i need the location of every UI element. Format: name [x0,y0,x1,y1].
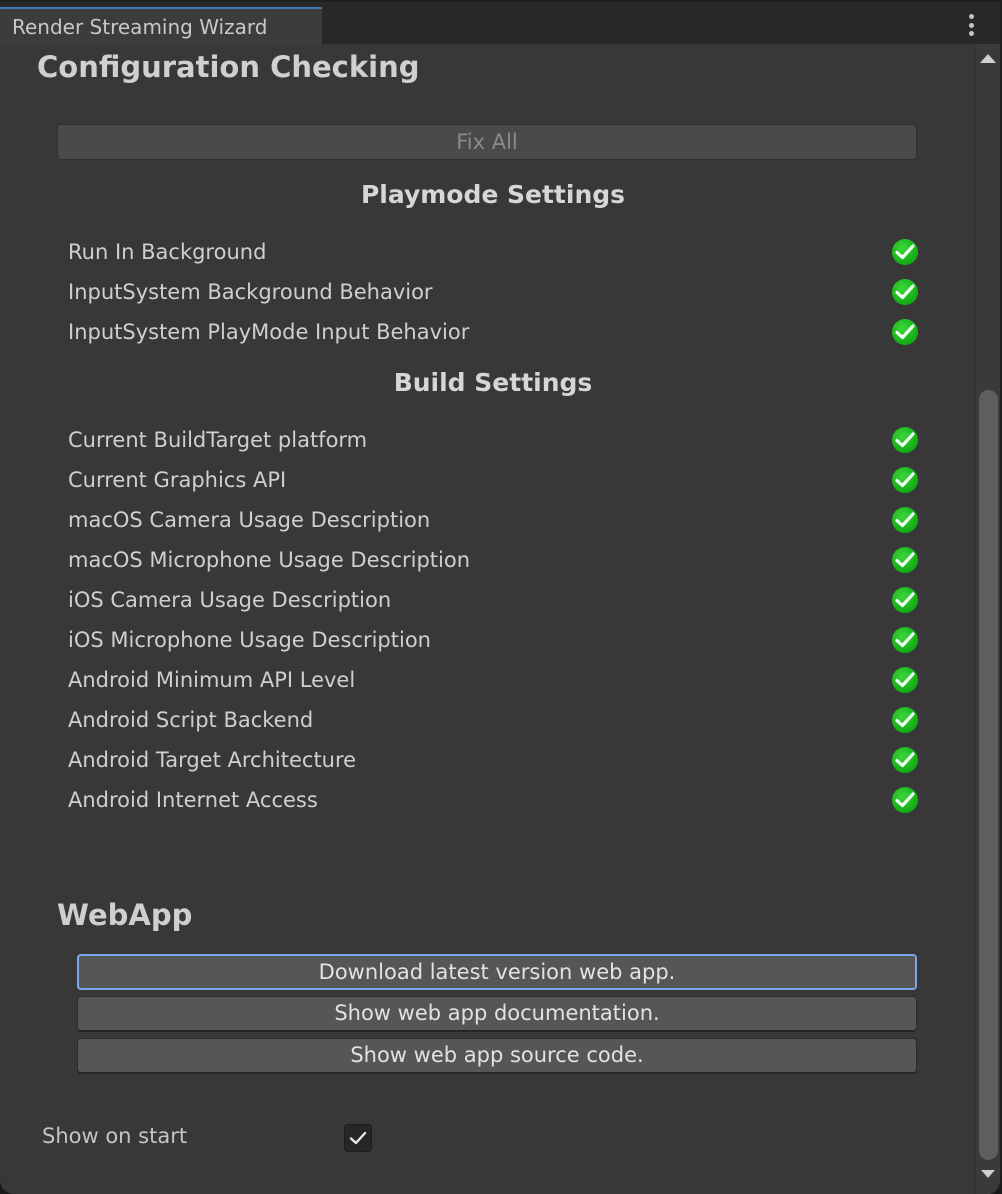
check-label: Current BuildTarget platform [68,428,368,452]
check-label: Android Minimum API Level [68,668,356,692]
check-row: Current Graphics API [68,460,918,500]
check-row: Android Minimum API Level [68,660,918,700]
green-check-icon [892,627,918,653]
show-documentation-button[interactable]: Show web app documentation. [77,996,917,1032]
playmode-settings-heading: Playmode Settings [360,180,626,209]
check-label: Android Target Architecture [68,748,357,772]
webapp-heading: WebApp [57,898,193,932]
green-check-icon [892,467,918,493]
check-row: Current BuildTarget platform [68,420,918,460]
download-web-app-button[interactable]: Download latest version web app. [77,954,917,990]
check-row: InputSystem PlayMode Input Behavior [68,312,918,352]
check-row: Android Script Backend [68,700,918,740]
green-check-icon [892,787,918,813]
dot [968,22,974,28]
check-label: Android Script Backend [68,708,314,732]
show-on-start-label: Show on start [42,1124,188,1148]
check-label: macOS Camera Usage Description [68,508,431,532]
check-label: Run In Background [68,240,267,264]
green-check-icon [892,747,918,773]
check-row: InputSystem Background Behavior [68,272,918,312]
vertical-scrollbar[interactable] [975,44,1000,1194]
check-row: Run In Background [68,232,918,272]
content-panel: Configuration Checking Fix All Playmode … [0,44,976,1194]
check-label: macOS Microphone Usage Description [68,548,471,572]
check-row: iOS Camera Usage Description [68,580,918,620]
check-label: Current Graphics API [68,468,287,492]
scrollbar-thumb[interactable] [979,390,998,1160]
check-label: iOS Camera Usage Description [68,588,392,612]
green-check-icon [892,427,918,453]
checkmark-icon [349,1131,367,1145]
vertical-ellipsis-icon[interactable] [966,14,976,36]
check-label: InputSystem PlayMode Input Behavior [68,320,470,344]
show-on-start-checkbox[interactable] [344,1124,372,1152]
green-check-icon [892,547,918,573]
green-check-icon [892,507,918,533]
scroll-up-arrow-icon[interactable] [980,54,996,63]
fix-all-button[interactable]: Fix All [57,124,917,160]
green-check-icon [892,587,918,613]
check-label: Android Internet Access [68,788,318,812]
check-row: macOS Microphone Usage Description [68,540,918,580]
green-check-icon [892,239,918,265]
build-settings-heading: Build Settings [393,368,593,397]
dot [968,31,974,36]
check-label: iOS Microphone Usage Description [68,628,431,652]
dot [968,14,974,19]
show-source-code-button[interactable]: Show web app source code. [77,1038,917,1074]
green-check-icon [892,707,918,733]
check-row: iOS Microphone Usage Description [68,620,918,660]
green-check-icon [892,319,918,345]
tab-bar: Render Streaming Wizard [0,0,1000,46]
scroll-down-arrow-icon[interactable] [981,1170,995,1178]
check-row: Android Target Architecture [68,740,918,780]
green-check-icon [892,279,918,305]
check-row: macOS Camera Usage Description [68,500,918,540]
tab-render-streaming-wizard[interactable]: Render Streaming Wizard [0,7,322,46]
check-label: InputSystem Background Behavior [68,280,433,304]
render-streaming-wizard-window: Render Streaming Wizard Configuration Ch… [0,0,1002,1194]
check-row: Android Internet Access [68,780,918,820]
page-title: Configuration Checking [37,50,420,84]
green-check-icon [892,667,918,693]
